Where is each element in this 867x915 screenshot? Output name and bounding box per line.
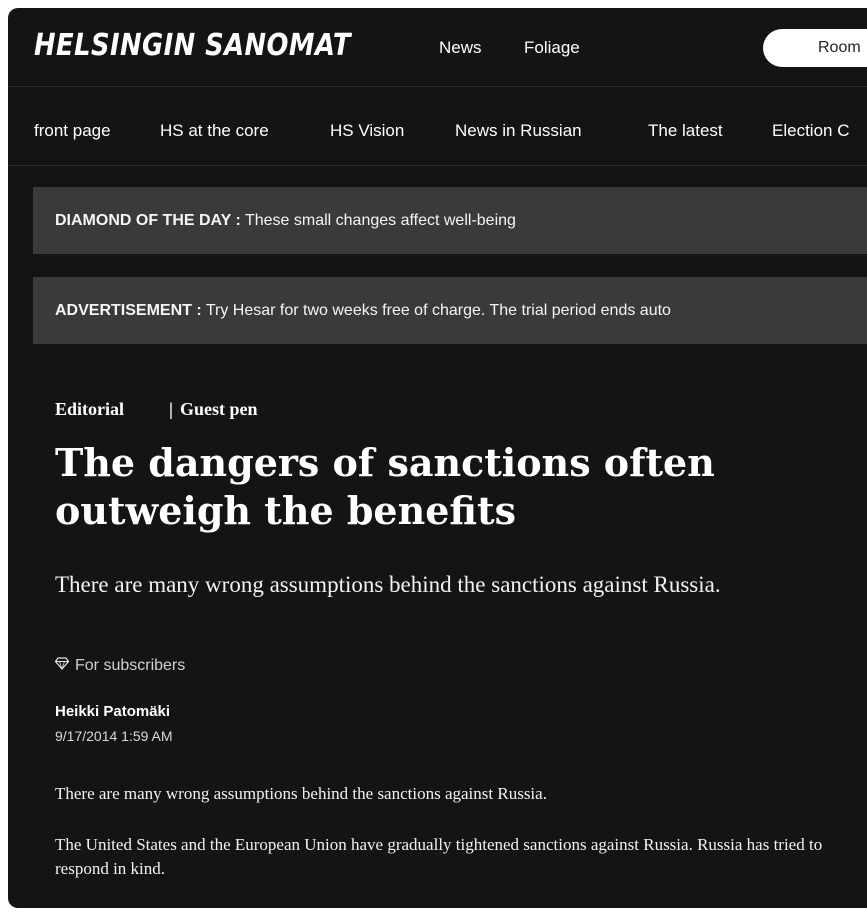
banner-text: These small changes affect well-being [244,212,516,229]
diamond-of-the-day-banner[interactable]: DIAMOND OF THE DAY : These small changes… [33,187,867,254]
diamond-icon [54,657,70,673]
section-separator: | [169,399,173,419]
top-bar: HELSINGIN SANOMAT News Foliage Room [8,8,867,86]
nav-link-news[interactable]: News [439,38,482,58]
advertisement-banner[interactable]: ADVERTISEMENT : Try Hesar for two weeks … [33,277,867,344]
section-label[interactable]: Editorial [55,399,124,420]
banner-label: DIAMOND OF THE DAY : [55,212,241,229]
subsection-label[interactable]: Guest pen [180,399,258,420]
article-lead: There are many wrong assumptions behind … [55,572,721,597]
nav-item-hs-vision[interactable]: HS Vision [330,121,404,141]
nav-item-the-latest[interactable]: The latest [648,121,723,141]
section-nav: front page HS at the core HS Vision News… [8,86,867,166]
banner-text: Try Hesar for two weeks free of charge. … [205,302,671,319]
site-logo[interactable]: HELSINGIN SANOMAT [34,28,351,63]
nav-item-hs-at-the-core[interactable]: HS at the core [160,121,269,141]
article-title: The dangers of sanctions often outweigh … [55,440,715,533]
nav-item-news-in-russian[interactable]: News in Russian [455,121,582,141]
article-paragraph: There are many wrong assumptions behind … [55,784,547,803]
nav-item-front-page[interactable]: front page [34,121,111,141]
subscriber-label: For subscribers [75,657,186,674]
subscriber-badge: For subscribers [54,657,186,675]
page-frame: HELSINGIN SANOMAT News Foliage Room fron… [8,8,867,908]
publish-date: 9/17/2014 1:59 AM [55,728,173,744]
banner-label: ADVERTISEMENT : [55,302,202,319]
author-name[interactable]: Heikki Patomäki [55,703,170,720]
room-button[interactable]: Room [763,29,867,67]
article-paragraph: The United States and the European Union… [55,835,823,878]
nav-item-election[interactable]: Election C [772,121,849,141]
nav-link-foliage[interactable]: Foliage [524,38,580,58]
